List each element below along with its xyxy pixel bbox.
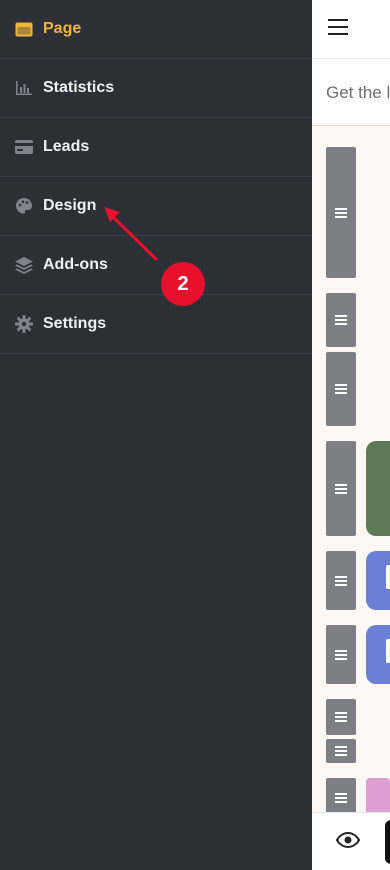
page-header-block[interactable]: Get the l [312,58,390,126]
top-bar [312,0,390,58]
drag-handle[interactable] [326,293,356,347]
annotation-arrow [104,207,158,261]
eye-icon[interactable] [335,831,361,853]
drag-handle[interactable] [326,551,356,610]
drag-handle[interactable] [326,739,356,763]
content-block-green[interactable] [366,441,390,536]
hamburger-menu-icon[interactable] [328,19,348,35]
drag-handle[interactable] [326,625,356,684]
publish-button[interactable] [385,820,390,864]
drag-handle[interactable] [326,147,356,278]
drag-handle[interactable] [326,352,356,426]
content-block-blue[interactable] [366,625,390,684]
drag-handle[interactable] [326,441,356,536]
drag-handle[interactable] [326,699,356,735]
bottom-bar [312,812,390,870]
page-header-text: Get the l [326,83,390,102]
page-editor: Get the l [312,0,390,870]
content-block-blue[interactable] [366,551,390,610]
step-badge: 2 [161,262,205,306]
